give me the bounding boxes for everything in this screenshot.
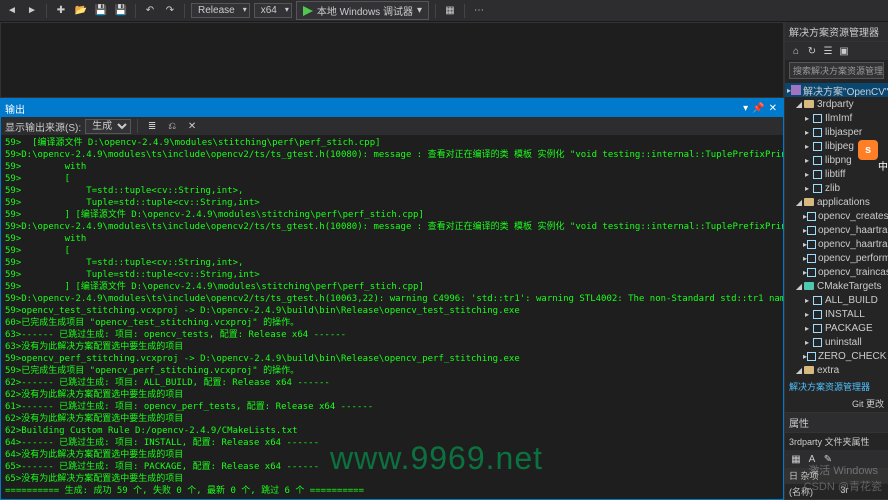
tree-item[interactable]: ▸libjasper	[785, 125, 888, 139]
save-icon[interactable]: 💾	[93, 3, 109, 19]
solution-tree[interactable]: ▸解决方案"OpenCV"(65 个◢3rdparty▸IlmImf▸libja…	[785, 81, 888, 378]
undo-icon[interactable]: ↶	[142, 3, 158, 19]
config-dropdown[interactable]: Release	[191, 3, 250, 18]
tree-item[interactable]: ▸解决方案"OpenCV"(65 个	[785, 83, 888, 97]
tree-item[interactable]: ▸uninstall	[785, 335, 888, 349]
properties-title: 属性	[785, 413, 888, 433]
tree-item[interactable]: ▸opencv_performanc	[785, 251, 888, 265]
properties-object: 3rdparty 文件夹属性	[785, 433, 888, 450]
watermark-activate: 激活 Windows	[808, 462, 878, 478]
output-tool-3[interactable]: ✕	[184, 118, 200, 134]
watermark-csdn: CSDN @青花瓷	[804, 478, 882, 494]
nav-fwd-icon[interactable]: ►	[24, 3, 40, 19]
tree-item[interactable]: ▸opencv_haartraining	[785, 237, 888, 251]
tree-item[interactable]: ▸IlmImf	[785, 111, 888, 125]
tree-item[interactable]: ◢3rdparty	[785, 97, 888, 111]
sync-icon[interactable]: ↻	[805, 44, 819, 58]
tree-item[interactable]: ◢applications	[785, 195, 888, 209]
tree-item[interactable]: ▸libtiff	[785, 167, 888, 181]
solution-search[interactable]: 搜索解决方案资源管理器(Ctrl+;)	[789, 62, 884, 79]
play-icon	[303, 6, 313, 16]
nav-back-icon[interactable]: ◄	[4, 3, 20, 19]
tree-item[interactable]: ▸opencv_haartraining	[785, 223, 888, 237]
open-icon[interactable]: 📂	[73, 3, 89, 19]
tree-item[interactable]: ◢extra	[785, 363, 888, 377]
tree-item[interactable]: ▸opencv_createsamples	[785, 209, 888, 223]
tool-icon-1[interactable]: ▦	[442, 3, 458, 19]
main-toolbar: ◄ ► ✚ 📂 💾 💾 ↶ ↷ Release x64 本地 Windows 调…	[0, 0, 888, 22]
output-title-text: 输出	[5, 101, 25, 116]
tree-item[interactable]: ▸PACKAGE	[785, 321, 888, 335]
output-tool-2[interactable]: ⎌	[164, 118, 180, 134]
tree-item[interactable]: ▸ALL_BUILD	[785, 293, 888, 307]
output-titlebar[interactable]: 输出 ▾ 📌 ✕	[1, 99, 783, 117]
ime-badge[interactable]: s	[858, 140, 878, 160]
tree-item[interactable]: ▸INSTALL	[785, 307, 888, 321]
tree-item[interactable]: ▸opencv_traincascad	[785, 265, 888, 279]
tree-item[interactable]: ▸ZERO_CHECK	[785, 349, 888, 363]
output-source-select[interactable]: 生成	[85, 119, 131, 134]
ime-badge-txt: 中	[878, 158, 888, 173]
platform-dropdown[interactable]: x64	[254, 3, 292, 18]
pin-icon[interactable]: 📌	[752, 103, 764, 114]
watermark-url: www.9969.net	[330, 440, 543, 477]
solution-explorer: 解决方案资源管理器 ⌂ ↻ ☰ ▣ 搜索解决方案资源管理器(Ctrl+;) ▸解…	[784, 22, 888, 500]
close-icon[interactable]: ✕	[769, 103, 777, 114]
solution-link[interactable]: 解决方案资源管理器	[785, 378, 888, 395]
tree-item[interactable]: ◢CMakeTargets	[785, 279, 888, 293]
solution-explorer-title: 解决方案资源管理器	[785, 22, 888, 42]
solution-explorer-tools: ⌂ ↻ ☰ ▣	[785, 42, 888, 60]
tree-item[interactable]: ▸zlib	[785, 181, 888, 195]
prop-cat-icon[interactable]: ▦	[789, 452, 803, 466]
editor-area	[0, 22, 784, 98]
tool-icon-2[interactable]: ⋯	[471, 3, 487, 19]
redo-icon[interactable]: ↷	[162, 3, 178, 19]
new-icon[interactable]: ✚	[53, 3, 69, 19]
home-icon[interactable]: ⌂	[789, 44, 803, 58]
git-changes-link[interactable]: Git 更改	[785, 395, 888, 412]
debug-button[interactable]: 本地 Windows 调试器 ▾	[296, 1, 429, 20]
debug-label: 本地 Windows 调试器	[317, 3, 413, 18]
tool-icon[interactable]: ☰	[821, 44, 835, 58]
output-source-label: 显示输出来源(S):	[5, 119, 81, 134]
save-all-icon[interactable]: 💾	[113, 3, 129, 19]
output-toolbar: 显示输出来源(S): 生成 ≣ ⎌ ✕	[1, 117, 783, 135]
dropdown-icon[interactable]: ▾	[743, 103, 748, 114]
collapse-icon[interactable]: ▣	[837, 44, 851, 58]
output-tool-1[interactable]: ≣	[144, 118, 160, 134]
